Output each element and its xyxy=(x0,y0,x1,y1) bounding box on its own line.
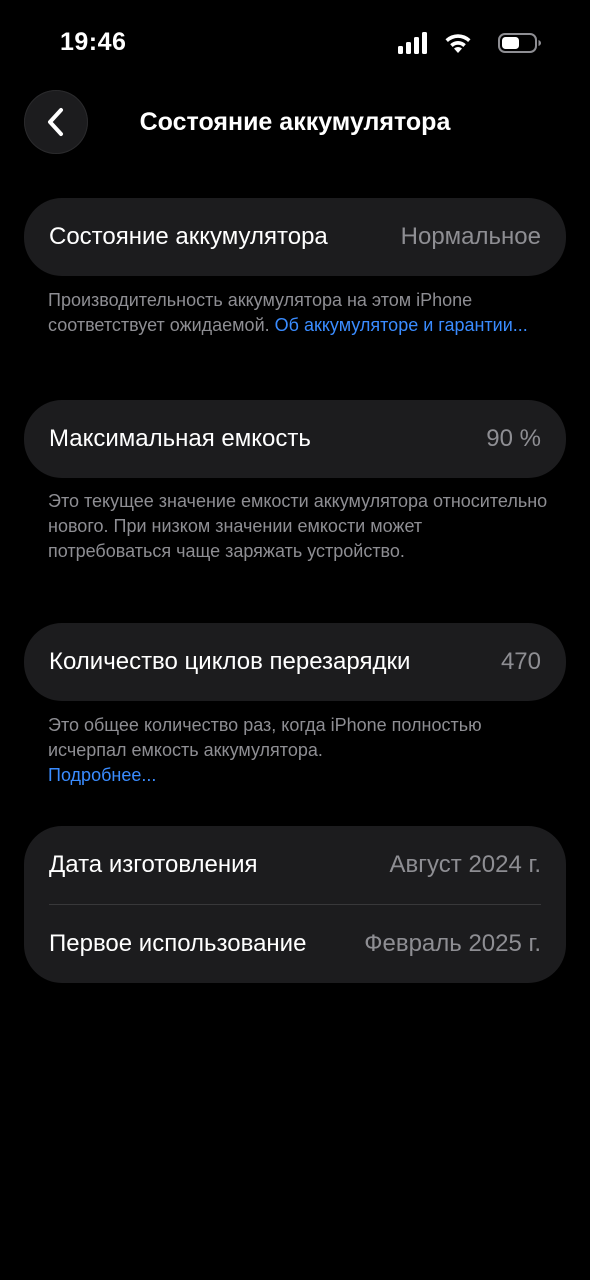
max-capacity-label: Максимальная емкость xyxy=(49,425,311,452)
battery-health-footnote: Производительность аккумулятора на этом … xyxy=(48,288,548,338)
battery-health-value: Нормальное xyxy=(400,223,541,250)
cycle-count-footnote: Это общее количество раз, когда iPhone п… xyxy=(48,713,548,788)
manufacture-date-row: Дата изготовления Август 2024 г. xyxy=(24,826,566,904)
about-battery-warranty-link[interactable]: Об аккумуляторе и гарантии... xyxy=(275,315,528,335)
manufacture-date-value: Август 2024 г. xyxy=(389,851,541,878)
first-use-label: Первое использование xyxy=(49,930,307,957)
dates-card: Дата изготовления Август 2024 г. Первое … xyxy=(24,826,566,983)
manufacture-date-label: Дата изготовления xyxy=(49,851,258,878)
wifi-icon xyxy=(445,34,471,53)
max-capacity-card: Максимальная емкость 90 % xyxy=(24,400,566,478)
first-use-row: Первое использование Февраль 2025 г. xyxy=(24,905,566,983)
status-time: 19:46 xyxy=(60,28,127,56)
cycle-count-card: Количество циклов перезарядки 470 xyxy=(24,623,566,701)
page-title: Состояние аккумулятора xyxy=(139,108,451,136)
battery-icon xyxy=(498,33,541,53)
first-use-value: Февраль 2025 г. xyxy=(364,930,541,957)
cycle-count-row: Количество циклов перезарядки 470 xyxy=(24,623,566,701)
status-bar: 19:46 xyxy=(0,0,590,88)
cycle-count-value: 470 xyxy=(500,648,541,675)
navigation-bar: Состояние аккумулятора xyxy=(0,90,590,156)
battery-health-label: Состояние аккумулятора xyxy=(49,223,328,250)
max-capacity-value: 90 % xyxy=(486,425,541,452)
cycle-count-label: Количество циклов перезарядки xyxy=(49,648,411,675)
battery-health-row: Состояние аккумулятора Нормальное xyxy=(24,198,566,276)
signal-icon xyxy=(398,32,427,54)
more-info-link[interactable]: Подробнее... xyxy=(48,765,156,785)
cycle-count-description: Это общее количество раз, когда iPhone п… xyxy=(48,715,482,760)
max-capacity-row: Максимальная емкость 90 % xyxy=(24,400,566,478)
max-capacity-footnote: Это текущее значение емкости аккумулятор… xyxy=(48,491,548,561)
battery-health-card: Состояние аккумулятора Нормальное xyxy=(24,198,566,276)
